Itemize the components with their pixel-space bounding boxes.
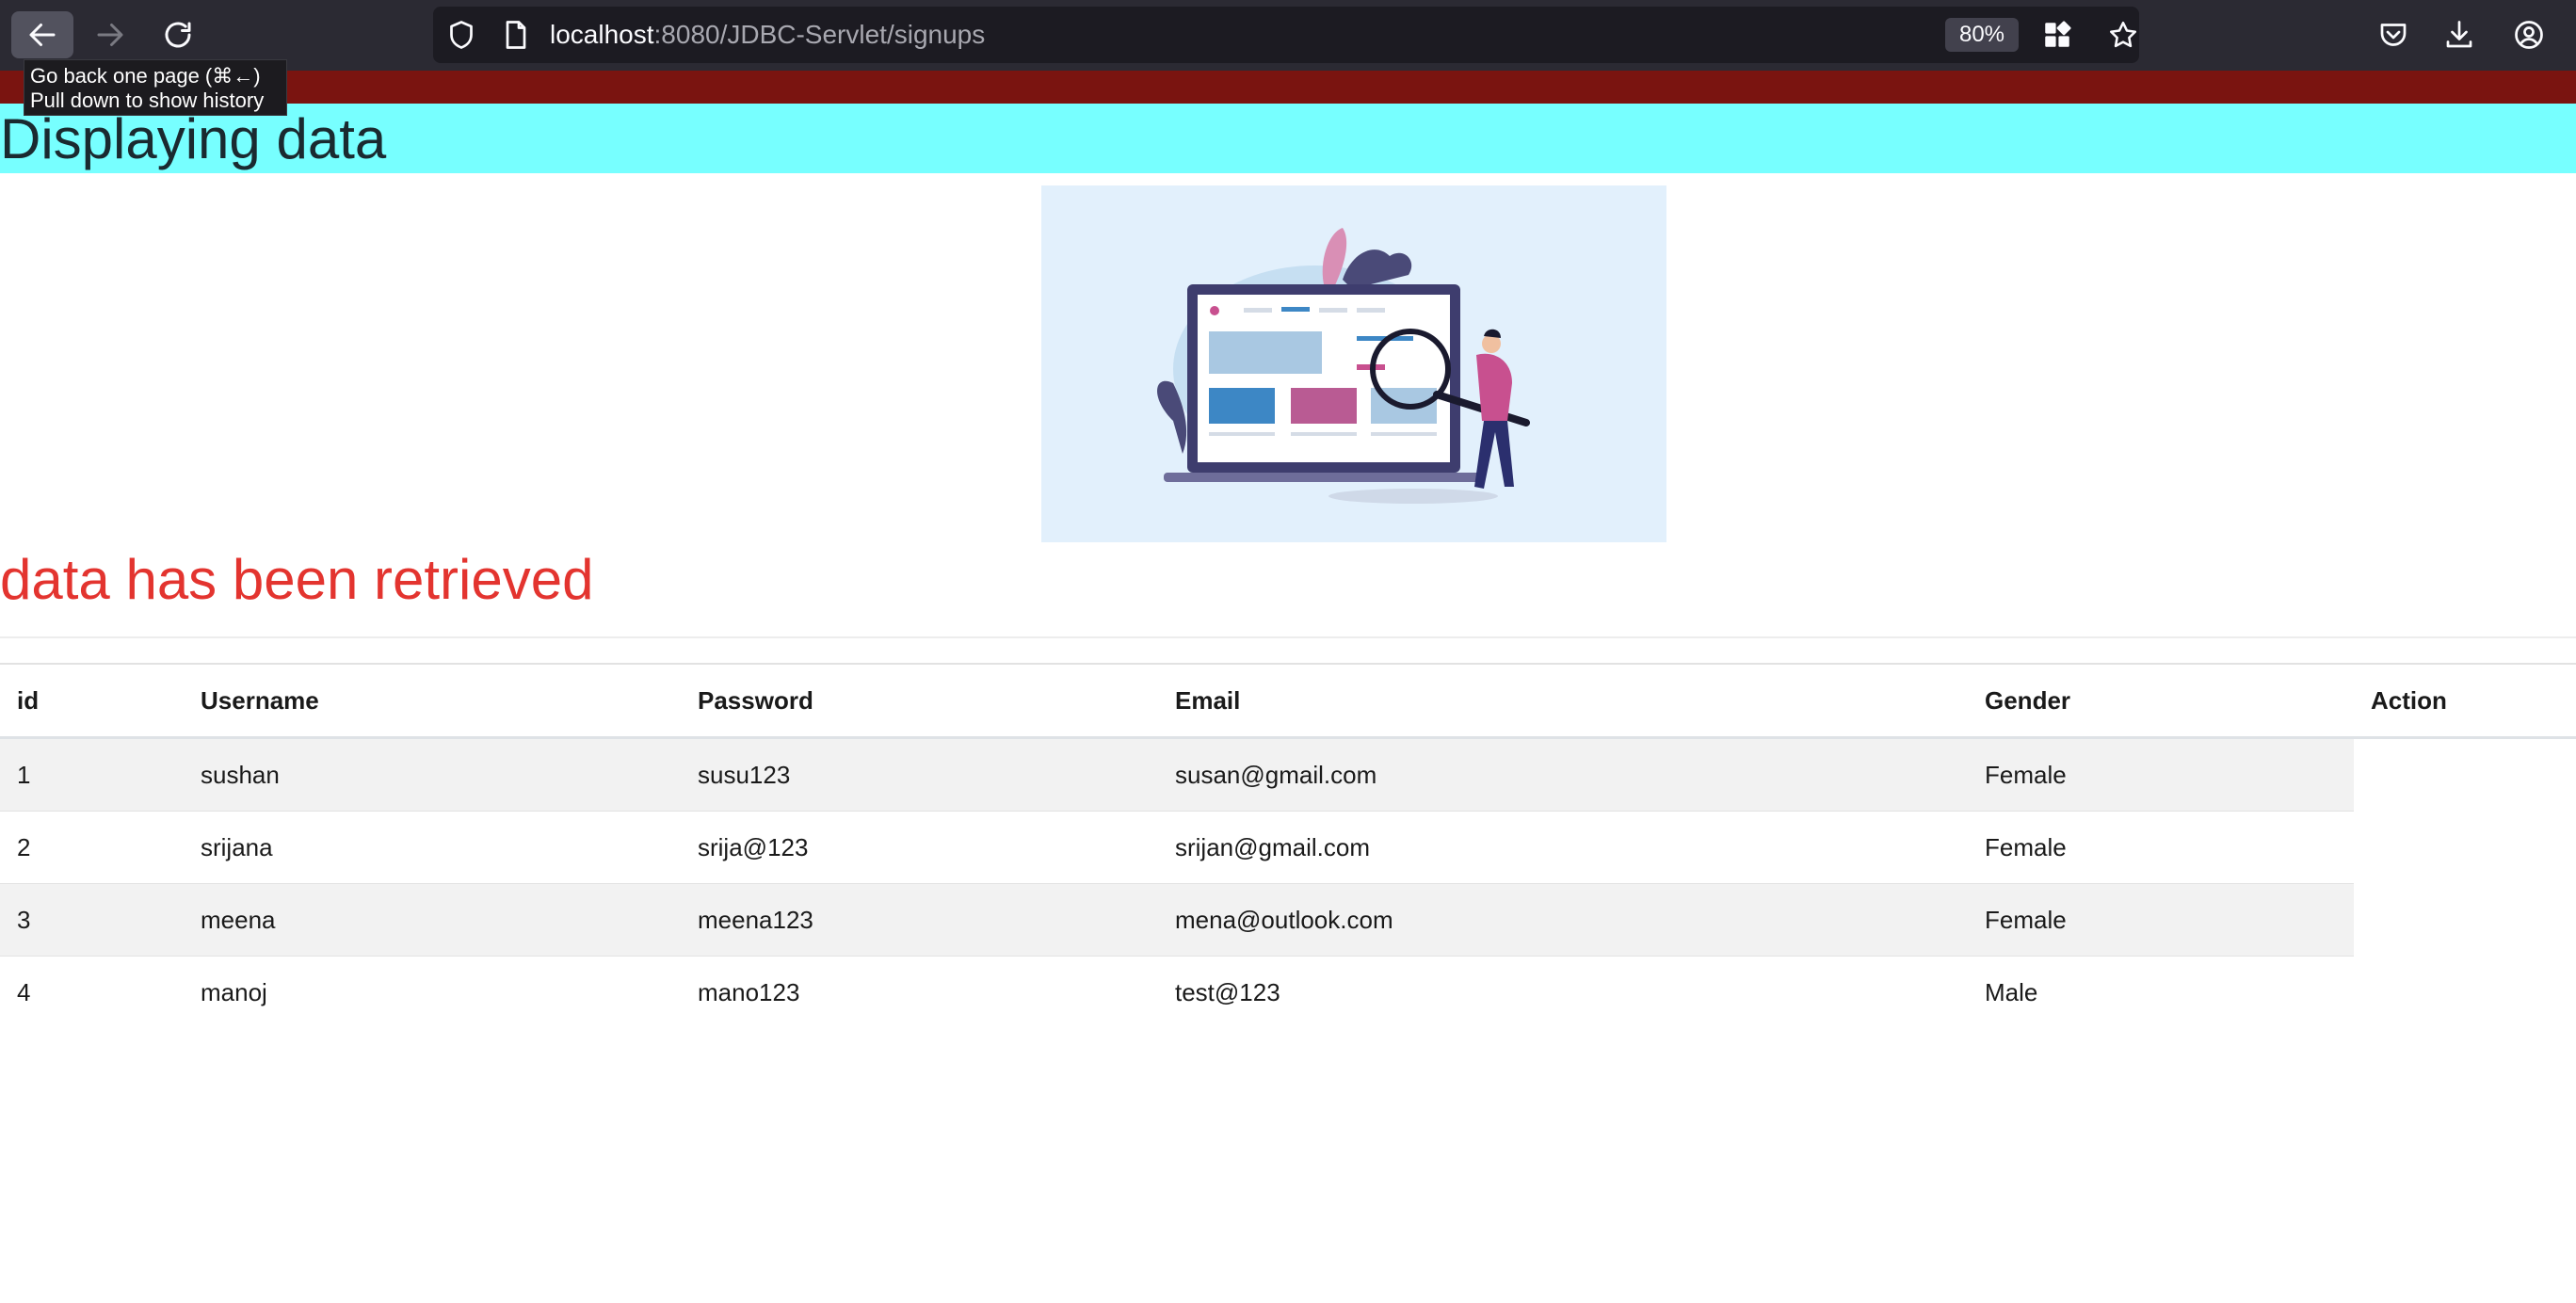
- back-arrow-icon: [29, 24, 56, 46]
- cell-id: 2: [0, 811, 184, 884]
- top-color-bar: [0, 71, 2576, 104]
- download-icon[interactable]: [2442, 18, 2476, 52]
- cell-username: sushan: [184, 737, 681, 812]
- forward-arrow-icon: [97, 24, 123, 46]
- cell-action: [2354, 811, 2576, 884]
- back-button[interactable]: [11, 11, 73, 58]
- url-text[interactable]: localhost:8080/JDBC-Servlet/signups: [550, 20, 985, 50]
- heading-band: Displaying data: [0, 104, 2576, 173]
- laptop-magnifier-illustration: [1157, 228, 1530, 504]
- column-header-password: Password: [681, 665, 1158, 739]
- qr-code-icon[interactable]: [2041, 19, 2073, 51]
- column-header-gender: Gender: [1968, 665, 2354, 739]
- data-search-illustration: [1041, 185, 1666, 542]
- account-icon[interactable]: [2512, 18, 2546, 52]
- cell-action: [2354, 956, 2576, 1028]
- reload-button[interactable]: [147, 11, 209, 58]
- url-path: :8080/JDBC-Servlet/signups: [653, 20, 986, 49]
- cell-username: manoj: [201, 977, 267, 1006]
- status-message: data has been retrieved: [0, 548, 594, 611]
- cell-username: meena: [184, 883, 681, 957]
- cell-password: srija@123: [681, 811, 1158, 884]
- cell-email: test@123: [1175, 977, 1280, 1006]
- column-header-email: Email: [1158, 665, 1968, 739]
- url-bar[interactable]: localhost:8080/JDBC-Servlet/signups 80%: [433, 7, 2139, 63]
- divider: [0, 636, 2576, 638]
- cell-action: [2354, 883, 2576, 957]
- pocket-icon[interactable]: [2376, 18, 2410, 52]
- cell-gender: Female: [1968, 883, 2354, 957]
- cell-id: 1: [0, 737, 184, 812]
- cell-password: susu123: [681, 737, 1158, 812]
- cell-id: 3: [0, 883, 184, 957]
- cell-email: mena@outlook.com: [1158, 883, 1968, 957]
- cell-email: susan@gmail.com: [1158, 737, 1968, 812]
- table-row: 1 sushan susu123 susan@gmail.com Female: [0, 737, 2576, 812]
- zoom-level-badge[interactable]: 80%: [1945, 18, 2019, 52]
- table-row: 4 manoj mano123 test@123 Male: [0, 956, 2576, 1028]
- page-icon[interactable]: [499, 18, 533, 52]
- star-icon[interactable]: [2107, 19, 2139, 51]
- reload-icon: [165, 22, 191, 48]
- back-button-tooltip: Go back one page (⌘←) Pull down to show …: [24, 59, 287, 116]
- forward-button[interactable]: [79, 11, 141, 58]
- cell-password: mano123: [698, 977, 800, 1006]
- cell-email: srijan@gmail.com: [1158, 811, 1968, 884]
- tooltip-line-2: Pull down to show history: [30, 88, 265, 112]
- cell-password: meena123: [681, 883, 1158, 957]
- column-header-username: Username: [184, 665, 681, 739]
- cell-action: [2354, 737, 2576, 812]
- table-header-row: id Username Password Email Gender Action: [0, 665, 2576, 739]
- column-header-id: id: [0, 665, 184, 739]
- signups-table: id Username Password Email Gender Action…: [0, 665, 2576, 1028]
- cell-id: 4: [17, 977, 31, 1006]
- table-row: 2 srijana srija@123 srijan@gmail.com Fem…: [0, 811, 2576, 884]
- shield-icon[interactable]: [444, 18, 478, 52]
- table-row: 3 meena meena123 mena@outlook.com Female: [0, 883, 2576, 957]
- cell-username: srijana: [184, 811, 681, 884]
- column-header-action: Action: [2354, 665, 2576, 739]
- browser-toolbar: localhost:8080/JDBC-Servlet/signups 80%: [0, 0, 2576, 71]
- tooltip-line-1: Go back one page (⌘←): [30, 64, 261, 88]
- page-title: Displaying data: [0, 107, 387, 170]
- cell-gender: Female: [1968, 737, 2354, 812]
- cell-gender: Female: [1968, 811, 2354, 884]
- url-host: localhost: [550, 20, 654, 49]
- cell-gender: Male: [1985, 977, 2038, 1006]
